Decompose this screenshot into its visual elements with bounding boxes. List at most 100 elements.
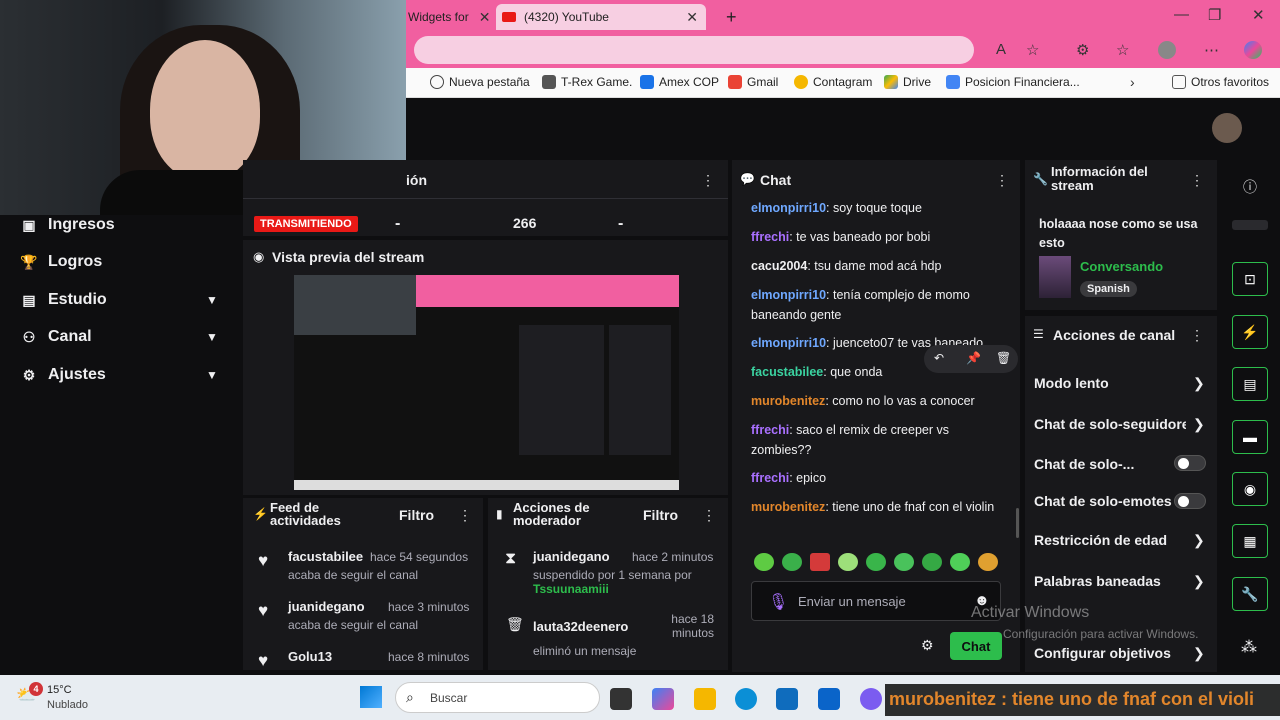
delete-icon[interactable]: 🗑 <box>996 351 1011 365</box>
bookmark-nueva-pestana[interactable]: Nueva pestaña <box>430 75 530 89</box>
chat-message[interactable]: ffrechi: te vas baneado por bobi <box>751 227 1001 247</box>
sidebar-item-ajustes[interactable]: ⚙ Ajustes ▼ <box>20 366 218 384</box>
filter-button[interactable]: Filtro <box>399 507 434 523</box>
close-icon[interactable]: ✕ <box>686 9 698 26</box>
more-options-icon[interactable]: ⋮ <box>458 507 472 524</box>
chat-scrollbar[interactable] <box>1016 508 1019 538</box>
chat-username[interactable]: ffrechi <box>751 230 789 244</box>
chat-message[interactable]: elmonpirri10: soy toque toque <box>751 198 1001 218</box>
chat-message[interactable]: murobenitez: como no lo vas a conocer <box>751 391 1001 411</box>
copilot-icon[interactable] <box>652 688 674 710</box>
feed-user[interactable]: juanidegano <box>288 599 365 614</box>
extensions-icon[interactable]: ⁂ <box>1241 637 1257 657</box>
chat-username[interactable]: elmonpirri10 <box>751 288 826 302</box>
chat-username[interactable]: elmonpirri10 <box>751 336 826 350</box>
window-close-icon[interactable]: ✕ <box>1252 6 1265 24</box>
feed-user[interactable]: Golu13 <box>288 649 332 664</box>
app-icon[interactable] <box>860 688 882 710</box>
sidebar-item-ingresos[interactable]: ▣ Ingresos <box>20 216 114 234</box>
sidebar-item-estudio[interactable]: ▤ Estudio ▼ <box>20 291 218 309</box>
address-bar[interactable] <box>414 36 974 64</box>
bookmark-trex[interactable]: T-Rex Game. <box>542 75 632 89</box>
chat-input[interactable]: 🎙 Enviar un mensaje ☻ <box>751 581 1001 621</box>
bookmark-posicion[interactable]: Posicion Financiera... <box>946 75 1080 89</box>
emote-icon[interactable] <box>782 553 802 571</box>
mod-action-user[interactable]: lauta32deenero <box>533 619 628 634</box>
more-options-icon[interactable]: ⋮ <box>1190 327 1204 344</box>
more-options-icon[interactable]: ⋮ <box>1190 172 1204 189</box>
layout-icon[interactable]: ▦ <box>1232 524 1268 558</box>
chat-username[interactable]: ffrechi <box>751 471 789 485</box>
emote-icon[interactable] <box>754 553 774 571</box>
tab-youtube[interactable]: (4320) YouTube ✕ <box>496 4 706 30</box>
more-icon[interactable]: ⋯ <box>1204 41 1219 59</box>
file-explorer-icon[interactable] <box>694 688 716 710</box>
avatar[interactable] <box>1212 113 1242 143</box>
chat-username[interactable]: cacu2004 <box>751 259 807 273</box>
sidebar-item-canal[interactable]: ⚇ Canal ▼ <box>20 328 218 346</box>
chat-message[interactable]: elmonpirri10: tenía complejo de momo ban… <box>751 285 1001 325</box>
chat-username[interactable]: facustabilee <box>751 365 823 379</box>
chevron-right-icon[interactable]: › <box>1130 74 1135 90</box>
toggle-switch[interactable] <box>1174 455 1206 471</box>
toggle-switch[interactable] <box>1174 493 1206 509</box>
tab-widgets[interactable]: Widgets for ✕ <box>408 4 490 30</box>
search-box[interactable]: ⌕ Buscar <box>395 682 600 713</box>
info-icon[interactable]: ⓘ <box>1243 177 1257 197</box>
store-icon[interactable] <box>776 688 798 710</box>
mod-action-user[interactable]: juanidegano <box>533 549 610 564</box>
reply-icon[interactable]: ↶ <box>934 351 944 365</box>
new-tab-button[interactable]: + <box>726 4 737 30</box>
bookmark-amex[interactable]: Amex COP <box>640 75 719 89</box>
bookmark-drive[interactable]: Drive <box>884 75 931 89</box>
minimize-icon[interactable]: — <box>1174 6 1189 23</box>
chat-message[interactable]: murobenitez: tiene uno de fnaf con el vi… <box>751 497 1001 537</box>
feed-user[interactable]: facustabilee <box>288 549 363 564</box>
category-thumbnail[interactable] <box>1039 256 1071 298</box>
chat-username[interactable]: elmonpirri10 <box>751 201 826 215</box>
camera-icon[interactable]: ⊡ <box>1232 262 1268 296</box>
emote-icon[interactable] <box>810 553 830 571</box>
emote-icon[interactable] <box>838 553 858 571</box>
filter-button[interactable]: Filtro <box>643 507 678 523</box>
settings-icon[interactable]: ⚙ <box>921 637 934 654</box>
chat-message[interactable]: ffrechi: epico <box>751 468 1001 488</box>
emote-icon[interactable] <box>866 553 886 571</box>
bookmark-contagram[interactable]: Contagram <box>794 75 872 89</box>
taskview-icon[interactable] <box>610 688 632 710</box>
more-options-icon[interactable]: ⋮ <box>702 507 716 524</box>
microphone-icon[interactable]: 🎙 <box>768 592 788 612</box>
pin-icon[interactable]: 📌 <box>966 351 981 365</box>
bookmark-otros[interactable]: Otros favoritos <box>1172 75 1269 89</box>
extensions-icon[interactable]: ⚙ <box>1076 41 1089 59</box>
emote-icon[interactable] <box>922 553 942 571</box>
start-icon[interactable] <box>360 686 382 708</box>
outlook-icon[interactable] <box>818 688 840 710</box>
more-options-icon[interactable]: ⋮ <box>701 172 715 189</box>
chat-username[interactable]: ffrechi <box>751 423 789 437</box>
maximize-icon[interactable]: ❐ <box>1208 6 1221 24</box>
chat-username[interactable]: murobenitez <box>751 500 825 514</box>
bookmark-gmail[interactable]: Gmail <box>728 75 778 89</box>
chat-icon[interactable]: ▬ <box>1232 420 1268 454</box>
favorites-icon[interactable]: ☆ <box>1116 41 1129 59</box>
document-icon[interactable]: ▤ <box>1232 367 1268 401</box>
copilot-icon[interactable] <box>1244 41 1262 59</box>
star-icon[interactable]: ☆ <box>1026 41 1039 59</box>
wrench-icon[interactable]: 🔧 <box>1232 577 1268 611</box>
chat-message[interactable]: cacu2004: tsu dame mod acá hdp <box>751 256 1001 276</box>
read-aloud-icon[interactable]: A <box>996 41 1006 58</box>
language-tag[interactable]: Spanish <box>1080 281 1137 297</box>
more-options-icon[interactable]: ⋮ <box>995 172 1009 189</box>
broadcast-icon[interactable]: ◉ <box>1232 472 1268 506</box>
chat-username[interactable]: murobenitez <box>751 394 825 408</box>
stream-title[interactable]: holaaaa nose como se usa esto <box>1039 215 1209 253</box>
stream-preview-video[interactable] <box>294 275 679 490</box>
category-link[interactable]: Conversando <box>1080 259 1163 274</box>
emote-icon[interactable] <box>978 553 998 571</box>
bolt-icon[interactable]: ⚡ <box>1232 315 1268 349</box>
emote-icon[interactable] <box>894 553 914 571</box>
edge-icon[interactable] <box>735 688 757 710</box>
profile-icon[interactable] <box>1158 41 1176 59</box>
sidebar-item-logros[interactable]: 🏆 Logros <box>20 253 102 271</box>
